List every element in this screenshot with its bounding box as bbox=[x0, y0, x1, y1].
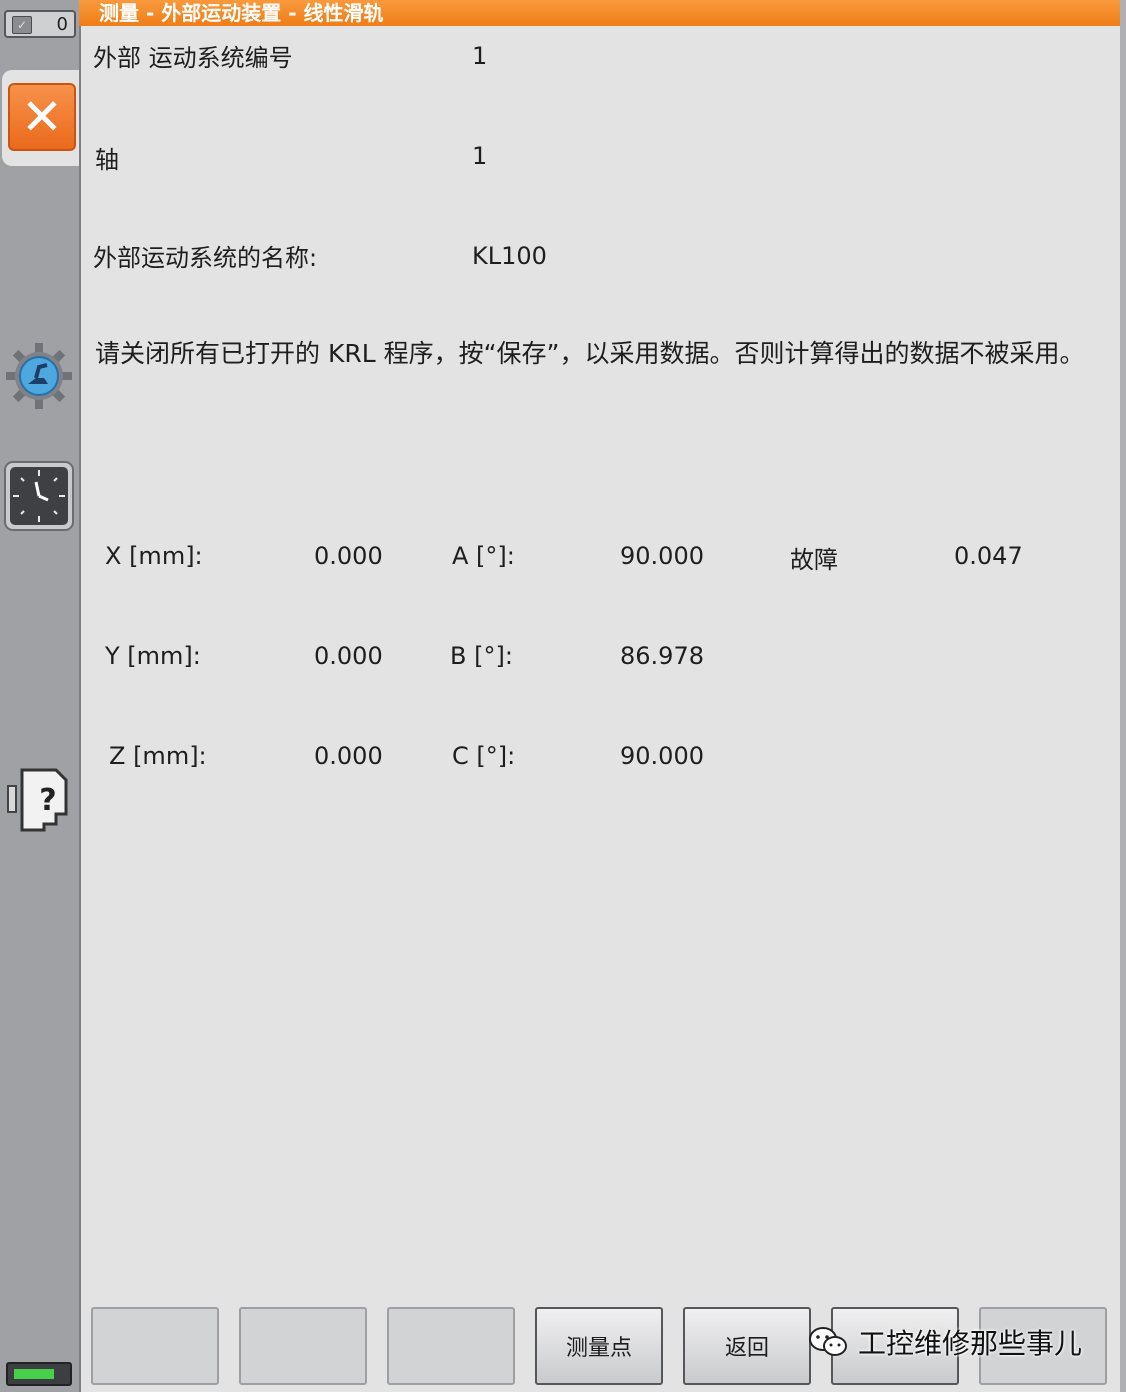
wechat-icon bbox=[809, 1327, 847, 1356]
y-value: 0.000 bbox=[314, 642, 383, 670]
a-value: 90.000 bbox=[620, 542, 704, 570]
system-name-value: KL100 bbox=[472, 242, 547, 270]
close-icon: ✕ bbox=[21, 88, 63, 146]
left-sidebar bbox=[0, 0, 81, 1392]
battery-fill bbox=[14, 1369, 54, 1379]
clock-icon[interactable] bbox=[3, 460, 75, 532]
z-label: Z [mm]: bbox=[109, 742, 207, 770]
watermark: 工控维修那些事儿 bbox=[808, 1322, 1082, 1362]
axis-value: 1 bbox=[472, 142, 488, 170]
softkey-3[interactable] bbox=[387, 1307, 515, 1385]
gear-icon[interactable] bbox=[6, 343, 72, 409]
softkey-2[interactable] bbox=[239, 1307, 367, 1385]
axis-label: 轴 bbox=[95, 146, 119, 174]
help-icon[interactable]: ? bbox=[6, 766, 74, 834]
battery-indicator bbox=[6, 1362, 72, 1386]
system-number-value: 1 bbox=[472, 42, 488, 70]
system-name-label: 外部运动系统的名称: bbox=[93, 244, 318, 272]
system-number-label: 外部 运动系统编号 bbox=[93, 44, 293, 72]
counter-value: 0 bbox=[56, 14, 68, 35]
x-label: X [mm]: bbox=[105, 542, 203, 570]
fault-value: 0.047 bbox=[954, 542, 1023, 570]
x-value: 0.000 bbox=[314, 542, 383, 570]
window-title: 测量 - 外部运动装置 - 线性滑轨 bbox=[79, 0, 1120, 26]
close-button[interactable]: ✕ bbox=[8, 83, 76, 151]
softkey-1[interactable] bbox=[91, 1307, 219, 1385]
back-button[interactable]: 返回 bbox=[683, 1307, 811, 1385]
b-value: 86.978 bbox=[620, 642, 704, 670]
z-value: 0.000 bbox=[314, 742, 383, 770]
checkbox-icon: ✓ bbox=[12, 16, 32, 34]
right-edge bbox=[1120, 0, 1126, 1392]
fault-label: 故障 bbox=[790, 546, 838, 574]
b-label: B [°]: bbox=[450, 642, 513, 670]
c-label: C [°]: bbox=[452, 742, 516, 770]
c-value: 90.000 bbox=[620, 742, 704, 770]
y-label: Y [mm]: bbox=[105, 642, 201, 670]
status-counter[interactable]: ✓ 0 bbox=[4, 10, 76, 38]
measure-point-button[interactable]: 测量点 bbox=[535, 1307, 663, 1385]
watermark-text: 工控维修那些事儿 bbox=[858, 1327, 1083, 1360]
info-message: 请关闭所有已打开的 KRL 程序，按“保存”，以采用数据。否则计算得出的数据不被… bbox=[95, 339, 1085, 368]
a-label: A [°]: bbox=[452, 542, 515, 570]
svg-text:?: ? bbox=[39, 783, 56, 818]
